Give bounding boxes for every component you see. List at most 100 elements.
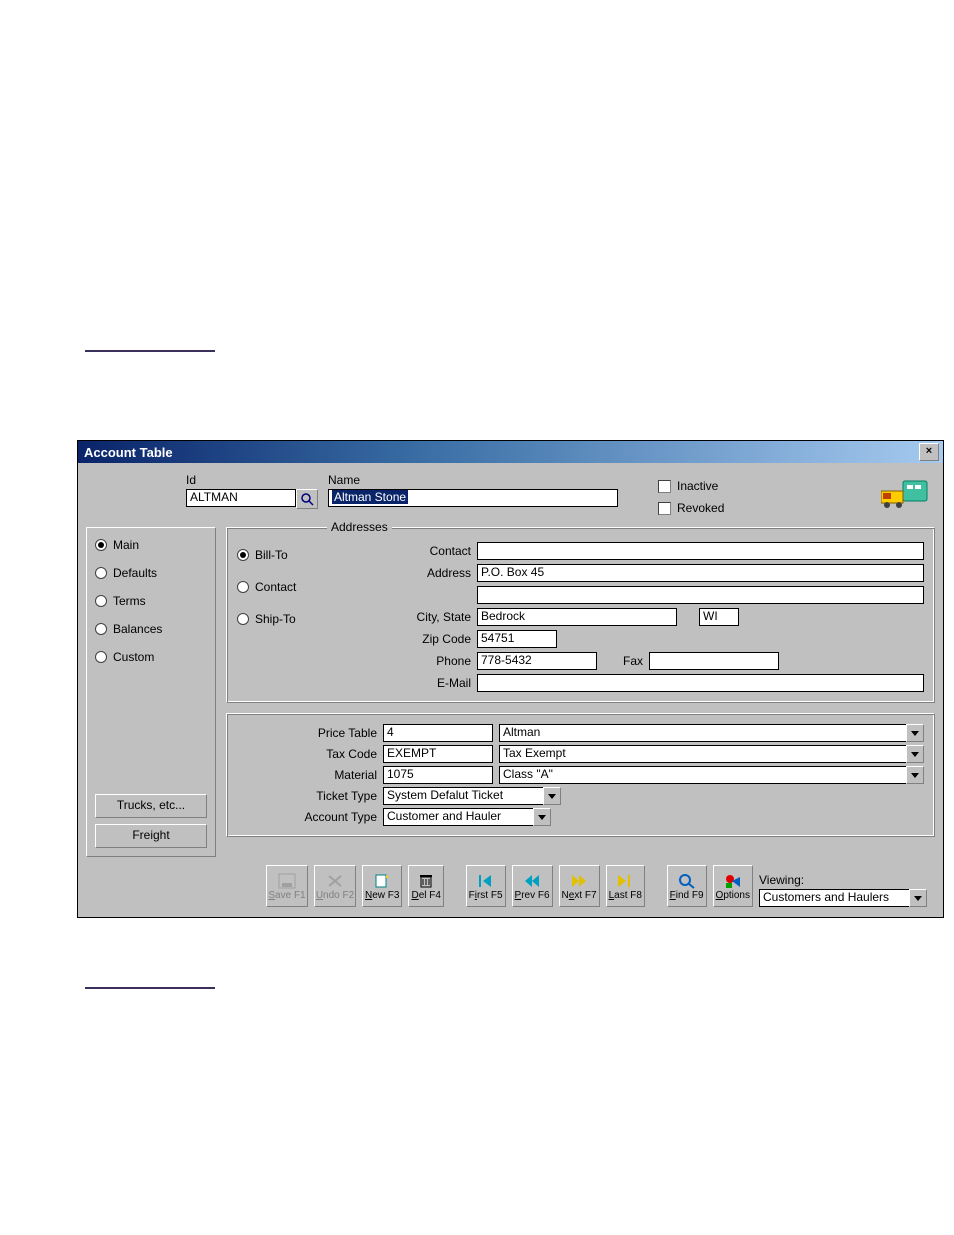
address2-field[interactable] (477, 586, 924, 604)
revoked-label: Revoked (677, 501, 724, 515)
phone-label: Phone (341, 654, 471, 668)
phone-field[interactable]: 778-5432 (477, 652, 597, 670)
price-table-code-field[interactable]: 4 (383, 724, 493, 742)
addresses-legend: Addresses (327, 520, 392, 534)
new-label: New F3 (365, 891, 399, 901)
id-lookup-button[interactable] (296, 489, 318, 509)
first-icon (476, 872, 496, 890)
price-table-name-field[interactable]: Altman (499, 724, 906, 742)
viewing-dropdown-button[interactable] (909, 889, 927, 907)
account-type-label: Account Type (237, 810, 377, 824)
address-type-radio-bill-to[interactable]: Bill-To (237, 548, 327, 562)
account-table-window: Account Table × Id ALTMAN (77, 440, 944, 918)
options-button[interactable]: Options (713, 865, 753, 907)
side-nav-panel: Main Defaults Terms Balances Custom Trucks, … (86, 527, 216, 857)
chevron-down-icon (911, 731, 919, 736)
radio-label: Ship-To (255, 612, 296, 626)
viewing-field[interactable]: Customers and Haulers (759, 889, 909, 907)
ticket-type-dropdown-button[interactable] (543, 787, 561, 805)
first-button[interactable]: First F5 (466, 865, 506, 907)
tax-code-dropdown-button[interactable] (906, 745, 924, 763)
side-radio-terms[interactable]: Terms (95, 594, 207, 608)
chevron-down-icon (548, 794, 556, 799)
citystate-label: City, State (341, 610, 471, 624)
find-button[interactable]: Find F9 (667, 865, 707, 907)
checkbox-icon (658, 480, 671, 493)
account-type-dropdown-button[interactable] (533, 808, 551, 826)
find-label: Find F9 (670, 891, 704, 901)
contact-field[interactable] (477, 542, 924, 560)
close-button[interactable]: × (919, 443, 939, 461)
material-code-field[interactable]: 1075 (383, 766, 493, 784)
titlebar: Account Table × (78, 441, 943, 463)
radio-label: Defaults (113, 566, 157, 580)
side-radio-defaults[interactable]: Defaults (95, 566, 207, 580)
save-button[interactable]: Save F1 (266, 865, 308, 907)
radio-label: Terms (113, 594, 146, 608)
next-icon (569, 872, 589, 890)
fax-label: Fax (603, 654, 643, 668)
zip-label: Zip Code (341, 632, 471, 646)
search-icon (300, 492, 314, 506)
new-button[interactable]: New F3 (362, 865, 402, 907)
next-button[interactable]: Next F7 (559, 865, 600, 907)
state-field[interactable]: WI (699, 608, 739, 626)
name-label: Name (328, 473, 618, 487)
price-table-label: Price Table (237, 726, 377, 740)
options-label: Options (716, 891, 750, 901)
next-label: Next F7 (562, 891, 597, 901)
first-label: First F5 (469, 891, 503, 901)
material-label: Material (237, 768, 377, 782)
radio-icon (237, 613, 249, 625)
city-field[interactable]: Bedrock (477, 608, 677, 626)
chevron-down-icon (538, 815, 546, 820)
addresses-group: Addresses Bill-ToContactShip-To Contact … (226, 527, 935, 703)
inactive-checkbox[interactable]: Inactive (658, 477, 724, 495)
new-icon (372, 872, 392, 890)
radio-label: Balances (113, 622, 162, 636)
price-table-dropdown-button[interactable] (906, 724, 924, 742)
side-radio-balances[interactable]: Balances (95, 622, 207, 636)
close-icon: × (926, 445, 932, 457)
side-radio-main[interactable]: Main (95, 538, 207, 552)
last-icon (615, 872, 635, 890)
revoked-checkbox[interactable]: Revoked (658, 499, 724, 517)
address-type-radio-contact[interactable]: Contact (237, 580, 327, 594)
last-button[interactable]: Last F8 (606, 865, 645, 907)
name-field[interactable]: Altman Stone (328, 489, 618, 507)
undo-label: Undo F2 (316, 891, 354, 901)
app-logo-icon (881, 473, 929, 509)
prev-button[interactable]: Prev F6 (512, 865, 553, 907)
trucks-button[interactable]: Trucks, etc... (95, 794, 207, 818)
undo-button[interactable]: Undo F2 (314, 865, 356, 907)
tax-code-name-field[interactable]: Tax Exempt (499, 745, 906, 763)
email-field[interactable] (477, 674, 924, 692)
radio-icon (95, 595, 107, 607)
zip-field[interactable]: 54751 (477, 630, 557, 648)
radio-icon (95, 539, 107, 551)
undo-icon (325, 872, 345, 890)
delete-button[interactable]: Del F4 (408, 865, 443, 907)
find-icon (677, 872, 697, 890)
address1-field[interactable]: P.O. Box 45 (477, 564, 924, 582)
ticket-type-field[interactable]: System Defalut Ticket (383, 787, 543, 805)
side-radio-custom[interactable]: Custom (95, 650, 207, 664)
id-label: Id (186, 473, 318, 487)
prev-icon (522, 872, 542, 890)
radio-icon (95, 623, 107, 635)
account-type-field[interactable]: Customer and Hauler (383, 808, 533, 826)
email-label: E-Mail (341, 676, 471, 690)
address-type-radio-ship-to[interactable]: Ship-To (237, 612, 327, 626)
chevron-down-icon (911, 773, 919, 778)
options-icon (723, 872, 743, 890)
id-field[interactable]: ALTMAN (186, 489, 296, 507)
inactive-label: Inactive (677, 479, 718, 493)
freight-button[interactable]: Freight (95, 824, 207, 848)
material-name-field[interactable]: Class "A" (499, 766, 906, 784)
tax-code-label: Tax Code (237, 747, 377, 761)
radio-label: Contact (255, 580, 296, 594)
tax-code-field[interactable]: EXEMPT (383, 745, 493, 763)
fax-field[interactable] (649, 652, 779, 670)
checkbox-icon (658, 502, 671, 515)
material-dropdown-button[interactable] (906, 766, 924, 784)
